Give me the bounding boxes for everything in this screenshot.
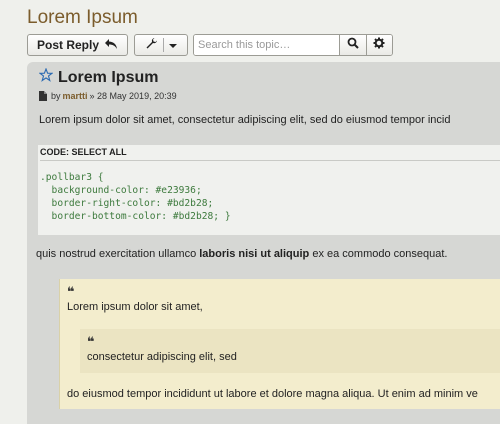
post-text-1: Lorem ipsum dolor sit amet, consectetur … [39, 114, 451, 126]
code-header: CODE: SELECT ALL [40, 147, 127, 157]
star-icon [38, 67, 54, 87]
post-author-link[interactable]: martti [63, 91, 88, 101]
code-divider [40, 160, 500, 161]
quote-mark-icon: ❝ [87, 334, 95, 349]
topic-title[interactable]: Lorem Ipsum [27, 7, 138, 29]
reply-icon [104, 38, 118, 53]
text2-bold: laboris nisi ut aliquip [199, 248, 310, 260]
code-box: CODE: SELECT ALL .pollbar3 { background-… [38, 145, 500, 235]
nested-blockquote: ❝ consectetur adipiscing elit, sed [80, 329, 500, 373]
post-title[interactable]: Lorem Ipsum [58, 69, 158, 87]
post-reply-label: Post Reply [36, 38, 99, 52]
quote-mark-icon: ❝ [67, 284, 75, 299]
search-icon [347, 36, 359, 54]
caret-down-icon [169, 38, 177, 52]
post-meta-by: by [51, 91, 61, 101]
button-divider [163, 38, 164, 52]
code-block: .pollbar3 { background-color: #e23936; b… [40, 171, 231, 223]
select-all-link[interactable]: SELECT ALL [72, 147, 127, 157]
gear-icon [373, 36, 385, 54]
quote-text-1: Lorem ipsum dolor sit amet, [67, 301, 203, 313]
post-file-icon[interactable] [39, 91, 47, 101]
post-title-row: Lorem Ipsum [38, 67, 158, 87]
post-date: » 28 May 2019, 20:39 [89, 91, 177, 101]
code-line: background-color: #e23936; [40, 185, 202, 196]
text2-after: ex ea commodo consequat. [309, 248, 448, 260]
code-label: CODE: [40, 147, 69, 157]
post: Lorem Ipsum by martti » 28 May 2019, 20:… [27, 62, 500, 424]
text2-before: quis nostrud exercitation ullamco [36, 248, 200, 260]
wrench-icon [145, 37, 158, 53]
nested-quote-text: consectetur adipiscing elit, sed [87, 351, 237, 363]
topic-tools-button[interactable] [134, 34, 188, 56]
code-line: border-right-color: #bd2b28; [40, 198, 214, 209]
search-button[interactable] [339, 35, 366, 55]
code-line: border-bottom-color: #bd2b28; } [40, 211, 231, 222]
post-text-2: quis nostrud exercitation ullamco labori… [36, 248, 447, 260]
search-input[interactable] [194, 35, 339, 55]
quote-text-2: do eiusmod tempor incididunt ut labore e… [67, 388, 478, 400]
blockquote: ❝ Lorem ipsum dolor sit amet, ❝ consecte… [59, 279, 500, 409]
code-line: .pollbar3 { [40, 172, 104, 183]
topic-search-box [193, 34, 393, 56]
post-meta: by martti » 28 May 2019, 20:39 [39, 91, 177, 101]
advanced-search-button[interactable] [365, 35, 392, 55]
post-reply-button[interactable]: Post Reply [27, 34, 128, 56]
